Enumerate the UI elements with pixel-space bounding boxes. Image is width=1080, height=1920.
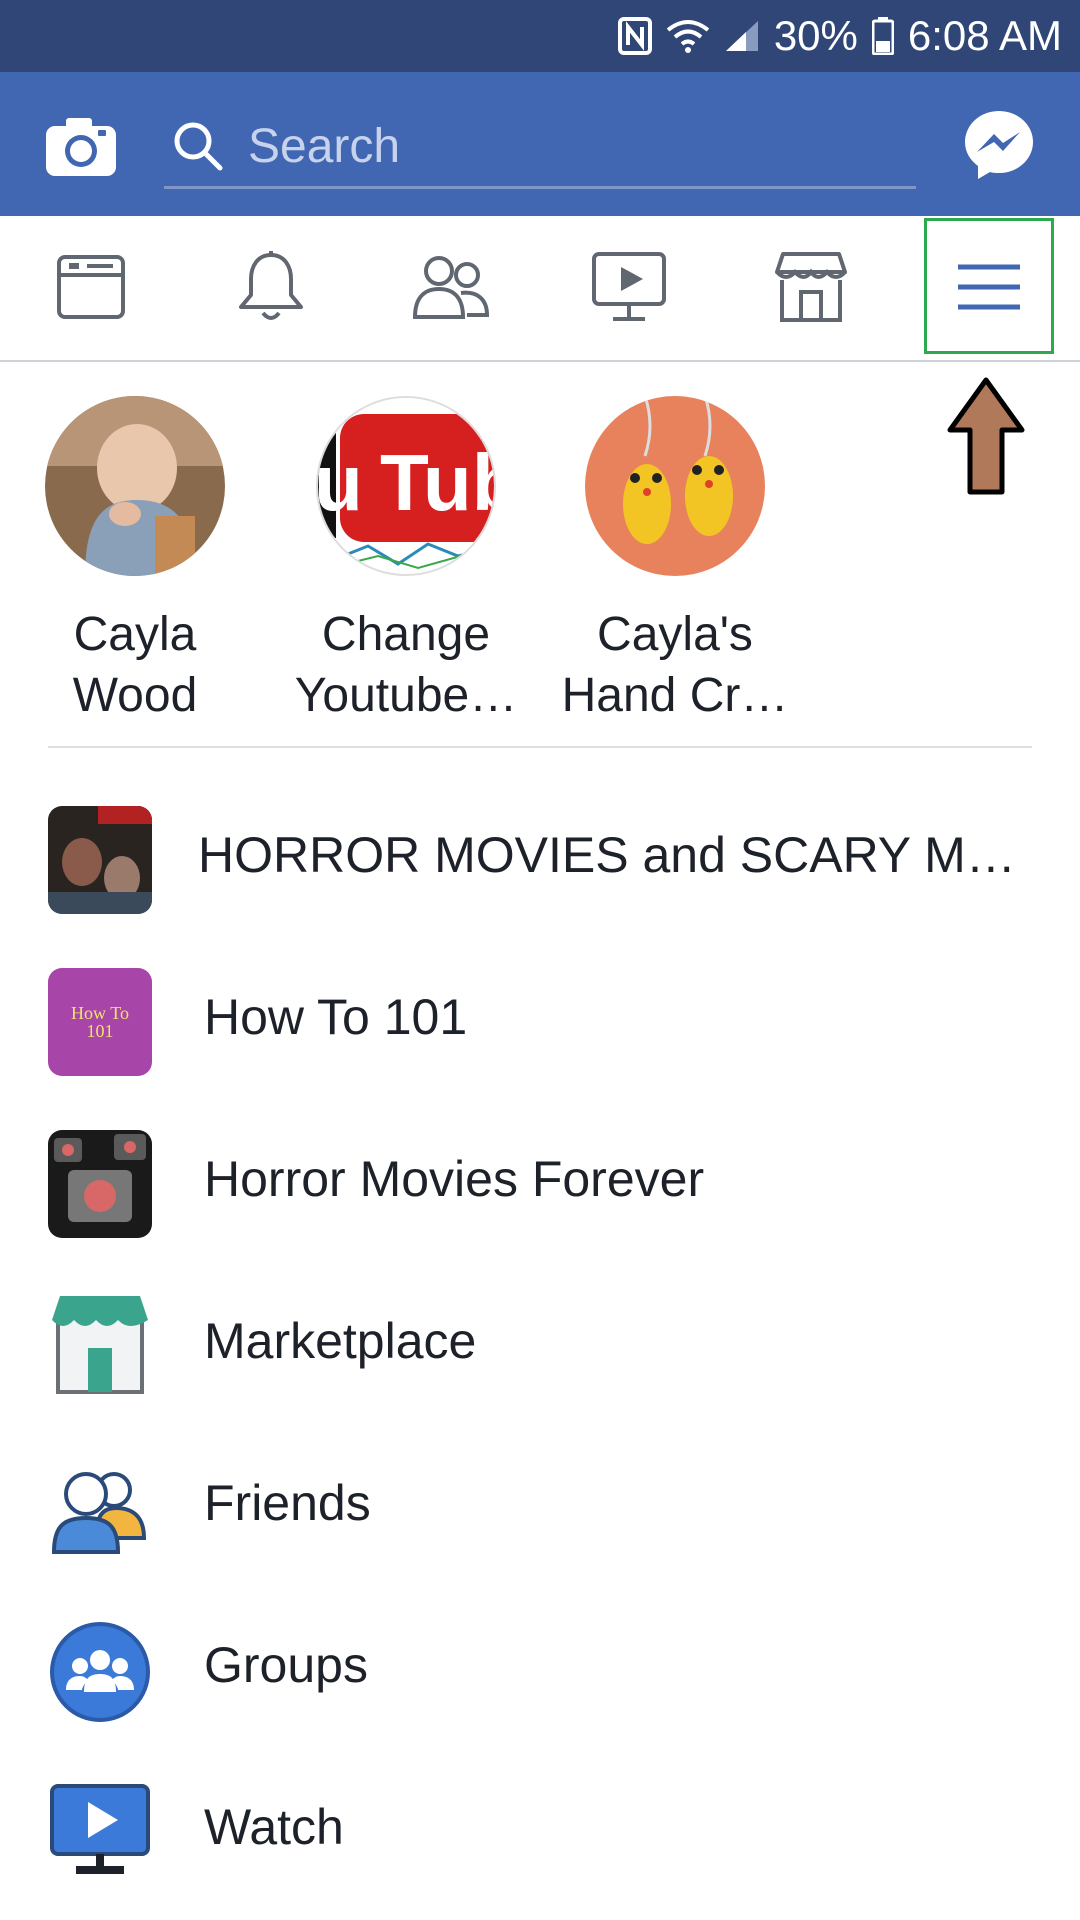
search-icon — [172, 120, 224, 172]
shortcut-label: Change Youtube… — [294, 608, 518, 722]
tab-news-feed[interactable] — [46, 242, 136, 332]
shortcut-label: Cayla's Hand Cr… — [561, 608, 789, 722]
tab-friend-requests[interactable] — [406, 242, 496, 332]
battery-icon — [871, 17, 894, 55]
search-bar[interactable] — [164, 106, 916, 189]
shortcut-page-crafts[interactable]: Cayla's Hand Cr… — [555, 396, 795, 726]
marketplace-icon — [48, 1292, 152, 1400]
svg-text:Tub: Tub — [380, 438, 494, 527]
list-item-label: Groups — [204, 1637, 368, 1693]
friends-icon — [48, 1454, 152, 1562]
list-item-group-how-to-101[interactable]: How To 101 How To 101 — [0, 952, 1080, 1082]
list-item-marketplace[interactable]: Marketplace — [0, 1276, 1080, 1406]
group-thumbnail: How To 101 — [48, 968, 152, 1076]
list-item-groups[interactable]: Groups — [0, 1600, 1080, 1730]
signal-icon — [724, 19, 760, 53]
list-item-label: Horror Movies Forever — [204, 1151, 705, 1207]
list-item-group-horror-forever[interactable]: Horror Movies Forever — [0, 1114, 1080, 1244]
messenger-icon[interactable] — [962, 108, 1036, 182]
list-item-label: HORROR MOVIES and SCARY MO… — [198, 827, 1028, 883]
thumbnail-text: How To 101 — [71, 1003, 129, 1041]
list-item-group-horror-scary[interactable]: HORROR MOVIES and SCARY MO… — [0, 790, 1080, 920]
list-item-watch[interactable]: Watch — [0, 1762, 1080, 1892]
tab-marketplace[interactable] — [766, 242, 856, 332]
camera-icon[interactable] — [46, 116, 116, 176]
app-header — [0, 72, 1080, 216]
list-item-label: Friends — [204, 1475, 371, 1531]
group-thumbnail — [48, 1130, 152, 1238]
list-item-friends[interactable]: Friends — [0, 1438, 1080, 1568]
search-input[interactable] — [248, 118, 888, 174]
list-item-label: Marketplace — [204, 1313, 477, 1369]
tab-menu[interactable] — [944, 242, 1034, 332]
tab-watch[interactable] — [584, 242, 674, 332]
list-item-label: Watch — [204, 1799, 344, 1855]
avatar — [585, 396, 765, 576]
tab-bar — [0, 216, 1080, 362]
group-thumbnail — [48, 806, 152, 914]
shortcut-page-youtube[interactable]: u Tub Change Youtube… — [286, 396, 526, 726]
wifi-icon — [666, 18, 710, 54]
avatar: u Tub — [316, 396, 496, 576]
clock: 6:08 AM — [907, 12, 1062, 59]
battery-percent: 30% — [773, 12, 858, 59]
tab-notifications[interactable] — [226, 242, 316, 332]
watch-icon — [48, 1778, 152, 1886]
nfc-icon — [617, 17, 652, 55]
svg-text:u: u — [318, 438, 363, 527]
shortcut-profile[interactable]: Cayla Wood — [15, 396, 255, 726]
divider — [48, 746, 1032, 748]
up-arrow-annotation — [946, 376, 1026, 496]
avatar — [45, 396, 225, 576]
list-item-label: How To 101 — [204, 989, 468, 1045]
shortcut-label: Cayla Wood — [72, 608, 198, 722]
groups-icon — [48, 1616, 152, 1724]
status-bar: 30% 6:08 AM — [0, 0, 1080, 72]
